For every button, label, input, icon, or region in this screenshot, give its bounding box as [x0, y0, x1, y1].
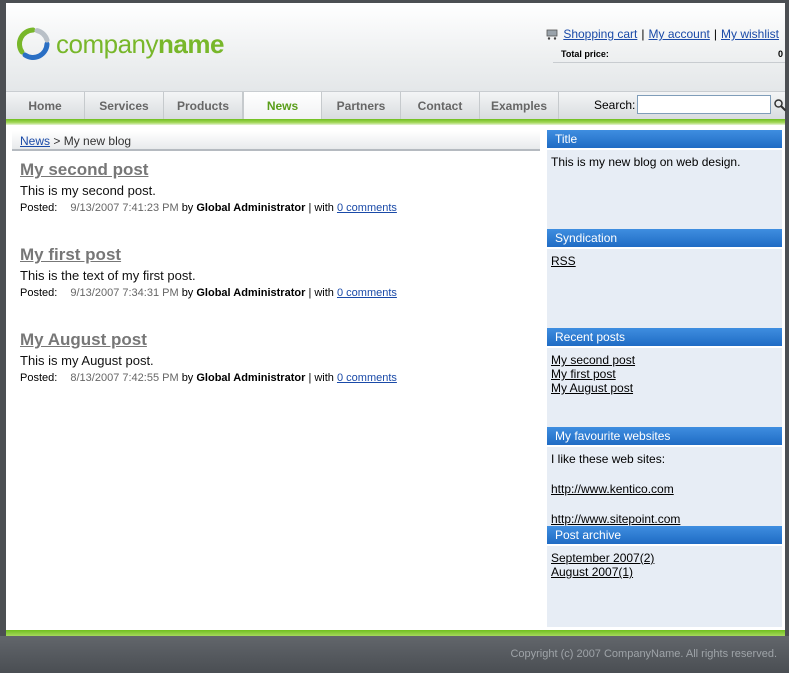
shopping-cart-link[interactable]: Shopping cart — [563, 27, 637, 41]
logo-ring-icon — [16, 27, 50, 61]
post-comments-link[interactable]: 0 comments — [337, 202, 397, 214]
nav-item-products[interactable]: Products — [164, 92, 243, 119]
post-body: This is my second post. — [20, 183, 156, 198]
rss-link[interactable]: RSS — [551, 254, 778, 268]
box-heading: Recent posts — [547, 328, 782, 348]
my-wishlist-link[interactable]: My wishlist — [721, 27, 779, 41]
favourites-intro: I like these web sites: — [551, 452, 666, 466]
blog-post: My August post This is my August post. P… — [20, 330, 540, 384]
post-with: | with — [308, 202, 334, 214]
post-body: This is my August post. — [20, 353, 154, 368]
sidebar-box-title: Title This is my new blog on web design. — [547, 130, 782, 229]
breadcrumb-current: My new blog — [63, 134, 132, 148]
sidebar: Title This is my new blog on web design.… — [547, 130, 782, 627]
box-body: I like these web sites: http://www.kenti… — [547, 447, 782, 526]
blog-post: My second post This is my second post. P… — [20, 160, 540, 214]
post-title-link[interactable]: My August post — [20, 330, 540, 350]
site-header: companyname Shopping cart | My account |… — [6, 3, 785, 91]
posted-label: Posted: — [20, 202, 58, 214]
nav-item-home[interactable]: Home — [6, 92, 85, 119]
main-nav: Home Services Products News Partners Con… — [6, 91, 787, 119]
posted-label: Posted: — [20, 372, 58, 384]
user-links: Shopping cart | My account | My wishlist — [545, 27, 779, 41]
site-footer: Copyright (c) 2007 CompanyName. All righ… — [0, 636, 789, 673]
box-heading: Syndication — [547, 229, 782, 249]
copyright-text: Copyright (c) 2007 CompanyName. All righ… — [510, 648, 777, 660]
search-label: Search: — [594, 97, 636, 112]
box-body: RSS — [547, 249, 782, 273]
post-by: by — [181, 202, 194, 214]
recent-post-link[interactable]: My second post — [551, 353, 778, 367]
post-by: by — [181, 287, 194, 299]
post-with: | with — [308, 372, 334, 384]
total-price-value: 0 — [777, 49, 783, 59]
sidebar-box-recent-posts: Recent posts My second post My first pos… — [547, 328, 782, 427]
box-heading: My favourite websites — [547, 427, 782, 447]
post-date: 8/13/2007 7:42:55 PM — [70, 372, 179, 384]
logo-text-light: company — [56, 28, 159, 59]
archive-link[interactable]: August 2007(1) — [551, 565, 778, 579]
box-heading: Title — [547, 130, 782, 150]
box-body: My second post My first post My August p… — [547, 348, 782, 400]
post-by: by — [181, 372, 194, 384]
nav-items: Home Services Products News Partners Con… — [6, 92, 559, 119]
post-body: This is the text of my first post. — [20, 268, 196, 283]
sidebar-box-archive: Post archive September 2007(2) August 20… — [547, 526, 782, 584]
logo-text-bold: name — [158, 28, 224, 59]
post-comments-link[interactable]: 0 comments — [337, 287, 397, 299]
post-date: 9/13/2007 7:41:23 PM — [70, 202, 179, 214]
box-body: September 2007(2) August 2007(1) — [547, 546, 782, 584]
post-meta: Posted: 8/13/2007 7:42:55 PM by Global A… — [20, 372, 540, 384]
recent-post-link[interactable]: My August post — [551, 381, 778, 395]
my-account-link[interactable]: My account — [649, 27, 710, 41]
posted-label: Posted: — [20, 287, 58, 299]
favourite-site-link[interactable]: http://www.kentico.com — [551, 482, 778, 497]
nav-item-contact[interactable]: Contact — [401, 92, 480, 119]
box-heading: Post archive — [547, 526, 782, 546]
site-logo[interactable]: companyname — [16, 27, 224, 61]
blog-post: My first post This is the text of my fir… — [20, 245, 540, 299]
search-icon[interactable] — [773, 98, 787, 112]
link-separator: | — [641, 27, 645, 41]
archive-link[interactable]: September 2007(2) — [551, 551, 778, 565]
post-meta: Posted: 9/13/2007 7:41:23 PM by Global A… — [20, 202, 540, 214]
shopping-cart-icon — [546, 29, 558, 40]
box-text: This is my new blog on web design. — [551, 155, 741, 169]
post-author: Global Administrator — [196, 287, 306, 299]
search-input[interactable] — [637, 95, 772, 114]
logo-text: companyname — [56, 29, 224, 60]
breadcrumb-separator: > — [53, 134, 61, 148]
sidebar-box-syndication: Syndication RSS — [547, 229, 782, 328]
search-area: Search: — [594, 95, 787, 114]
total-price-row: Total price: 0 — [553, 47, 785, 63]
post-with: | with — [308, 287, 334, 299]
recent-post-link[interactable]: My first post — [551, 367, 778, 381]
link-separator: | — [713, 27, 717, 41]
nav-item-partners[interactable]: Partners — [322, 92, 401, 119]
total-price-label: Total price: — [561, 49, 609, 59]
post-title-link[interactable]: My second post — [20, 160, 540, 180]
nav-item-examples[interactable]: Examples — [480, 92, 559, 119]
post-title-link[interactable]: My first post — [20, 245, 540, 265]
post-date: 9/13/2007 7:34:31 PM — [70, 287, 179, 299]
breadcrumb: News > My new blog — [12, 131, 540, 151]
sidebar-box-favourites: My favourite websites I like these web s… — [547, 427, 782, 526]
favourite-site-link[interactable]: http://www.sitepoint.com — [551, 512, 778, 526]
post-meta: Posted: 9/13/2007 7:34:31 PM by Global A… — [20, 287, 540, 299]
post-comments-link[interactable]: 0 comments — [337, 372, 397, 384]
nav-item-services[interactable]: Services — [85, 92, 164, 119]
post-author: Global Administrator — [196, 202, 306, 214]
breadcrumb-link-news[interactable]: News — [20, 134, 50, 148]
nav-item-news[interactable]: News — [243, 92, 322, 119]
post-author: Global Administrator — [196, 372, 306, 384]
